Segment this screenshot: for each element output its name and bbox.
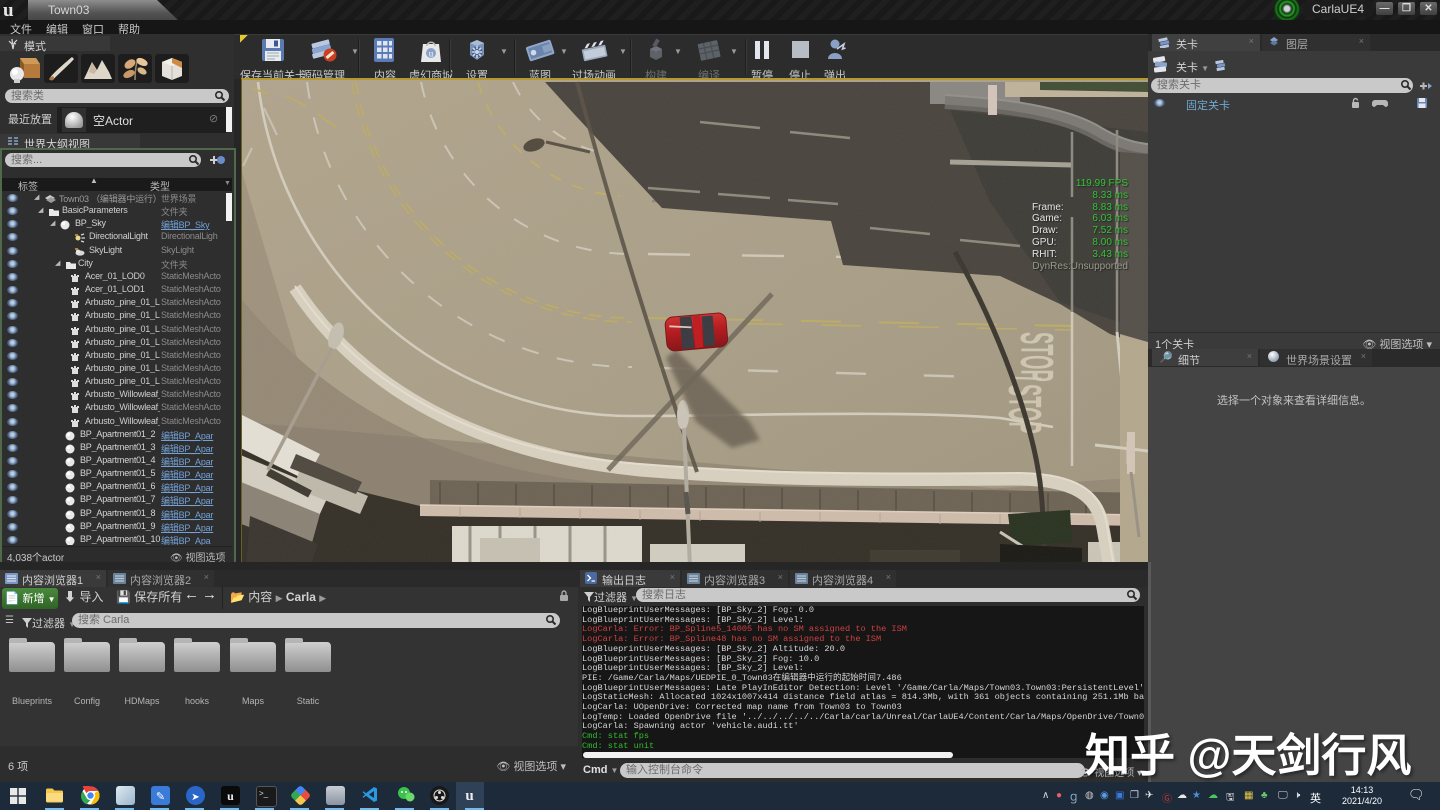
svg-text:u: u	[429, 49, 434, 59]
